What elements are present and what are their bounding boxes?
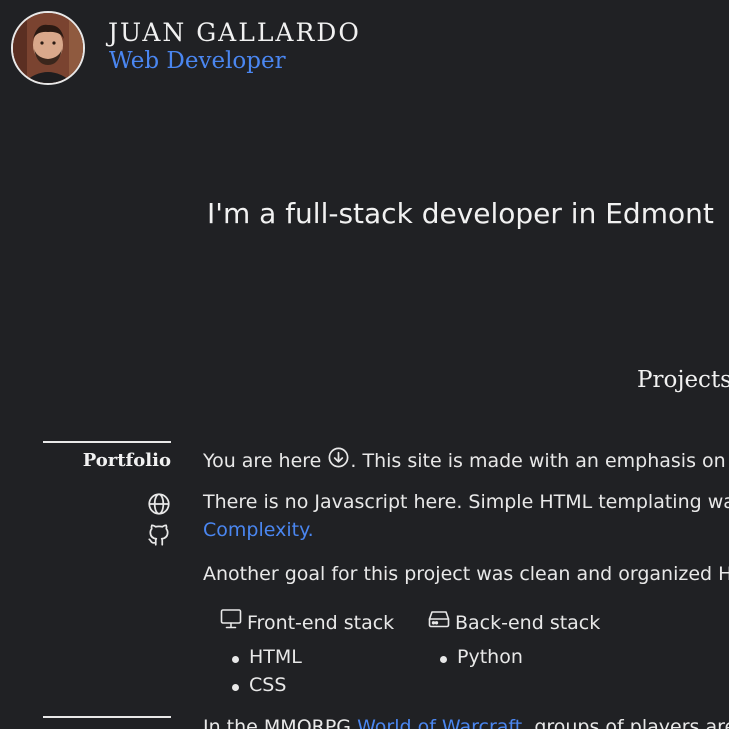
project-paragraph-wow: In the MMORPG World of Warcraft, groups … [203,716,729,729]
project-divider [43,716,171,718]
arrow-down-circle-icon [327,446,350,469]
back-end-stack-heading: Back-end stack [427,607,600,634]
avatar [11,11,85,85]
project-paragraph-2: There is no Javascript here. Simple HTML… [203,491,729,513]
stack-label: Back-end stack [455,612,601,634]
project-paragraph-1: You are here . This site is made with an… [203,446,729,472]
list-item: CSS [231,674,287,696]
project-divider [43,441,171,443]
list-item: Python [440,646,523,668]
project-name: Portfolio [82,450,171,471]
monitor-icon [219,607,243,631]
profile-photo-icon [13,13,83,83]
paragraph-text: , groups of players are [522,716,729,729]
project-paragraph-3: Another goal for this project was clean … [203,563,729,585]
world-of-warcraft-link[interactable]: World of Warcraft [357,716,522,729]
list-item: HTML [232,646,302,668]
paragraph-text: . This site is made with an emphasis on … [350,450,729,472]
site-owner-name: JUAN GALLARDO [108,18,361,47]
front-end-stack-heading: Front-end stack [219,607,394,634]
site-owner-role: Web Developer [109,48,286,74]
page: JUAN GALLARDO Web Developer I'm a full-s… [0,0,729,729]
globe-icon[interactable] [146,491,172,517]
stack-label: Front-end stack [247,612,395,634]
github-icon[interactable] [146,522,172,548]
server-icon [427,607,451,631]
complexity-link[interactable]: Complexity. [203,519,314,541]
paragraph-text: You are here [203,450,322,472]
paragraph-text: In the MMORPG [203,716,358,729]
hero-tagline: I'm a full-stack developer in Edmont [207,197,714,230]
projects-heading: Projects [637,367,729,393]
